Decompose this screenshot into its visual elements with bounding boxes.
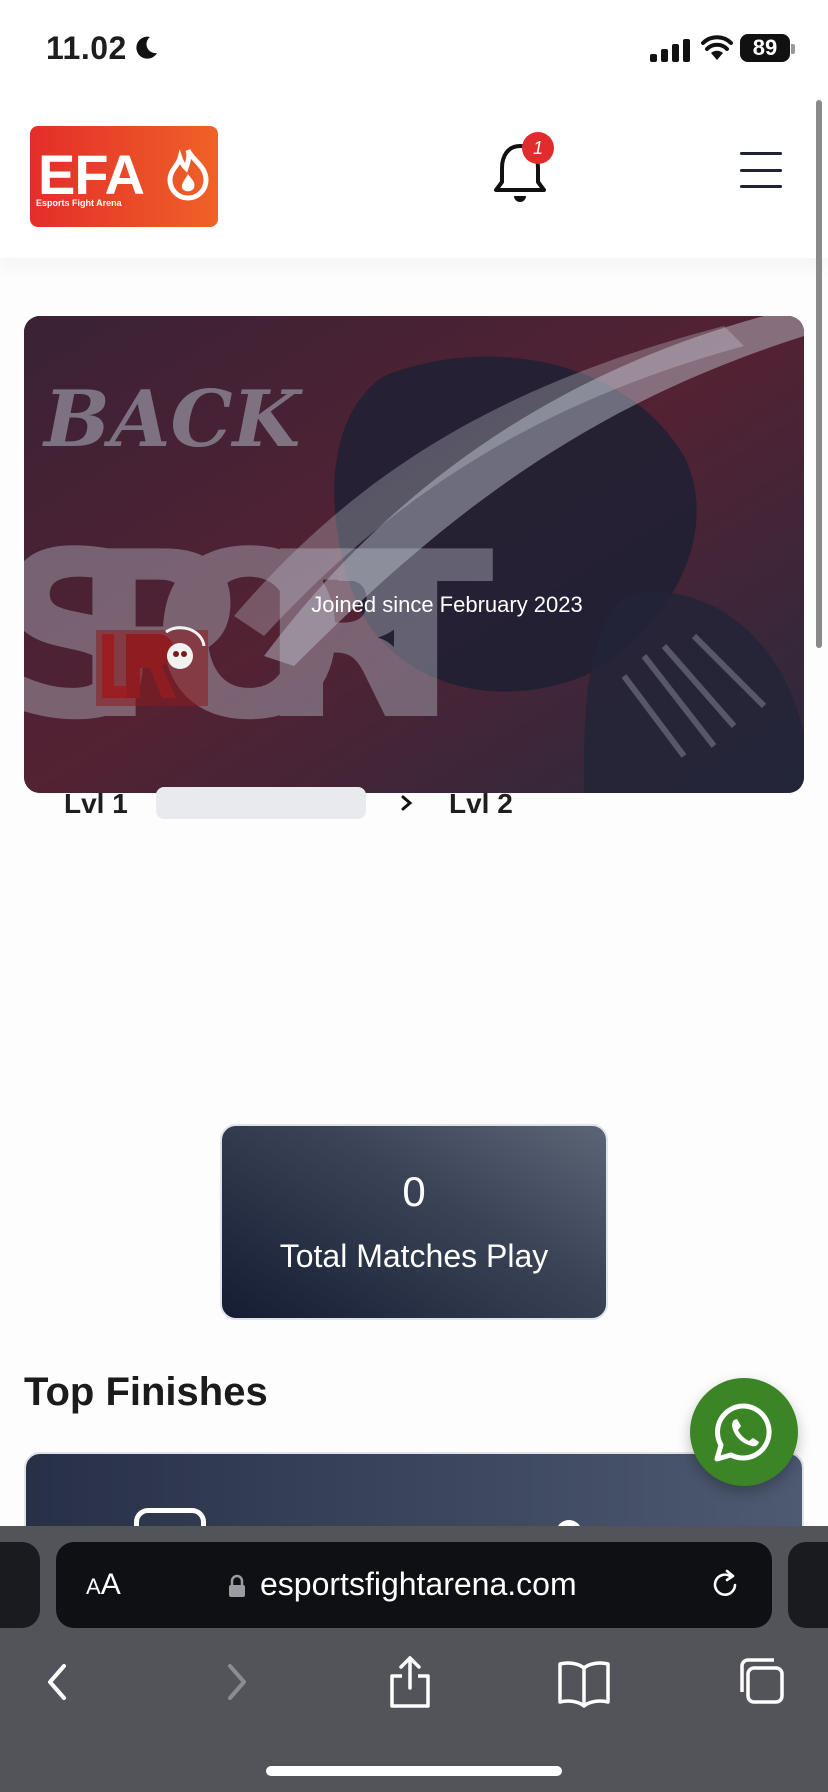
lock-icon <box>229 1574 245 1597</box>
svg-text:BACK: BACK <box>42 374 304 465</box>
status-bar: 11.02 89 <box>0 0 828 100</box>
back-icon[interactable] <box>30 1652 86 1712</box>
user-avatar[interactable] <box>96 626 208 706</box>
share-icon[interactable] <box>382 1652 438 1712</box>
banner-background-image: BACK SPORT <box>24 316 804 793</box>
total-matches-label: Total Matches Play <box>279 1238 549 1274</box>
joined-since-text: Joined since February 2023 <box>311 592 583 617</box>
level-progress-bar <box>156 787 366 819</box>
forward-icon[interactable] <box>208 1652 264 1712</box>
battery-indicator: 89 <box>740 34 790 62</box>
whatsapp-button[interactable] <box>690 1378 798 1486</box>
flame-icon <box>167 148 209 201</box>
next-tab-preview[interactable] <box>788 1542 828 1628</box>
browser-toolbar: AA esportsfightarena.com <box>0 1526 828 1792</box>
top-finishes-title: Top Finishes <box>24 1370 268 1414</box>
current-level-label: Lvl 1 <box>64 788 128 819</box>
next-level-label: Lvl 2 <box>449 788 513 819</box>
menu-icon[interactable] <box>740 152 782 188</box>
bookmarks-icon[interactable] <box>556 1652 612 1712</box>
cellular-signal-icon <box>650 38 690 62</box>
wifi-icon <box>701 35 733 60</box>
status-time: 11.02 <box>46 30 127 66</box>
browser-nav-row <box>0 1652 828 1722</box>
reload-icon[interactable] <box>708 1568 742 1602</box>
url-text[interactable]: esportsfightarena.com <box>260 1566 577 1603</box>
address-bar[interactable]: AA esportsfightarena.com <box>56 1542 772 1628</box>
home-indicator[interactable] <box>266 1766 562 1776</box>
text-size-button[interactable]: AA <box>86 1568 121 1602</box>
page-scrollbar[interactable] <box>816 100 822 648</box>
total-matches-value: 0 <box>402 1168 426 1215</box>
efa-logo[interactable]: EFA Esports Fight Arena <box>30 126 218 227</box>
battery-tip <box>791 44 795 54</box>
chevron-right-icon <box>401 795 413 811</box>
moon-icon <box>136 36 157 59</box>
whatsapp-icon <box>714 1403 772 1462</box>
previous-tab-preview[interactable] <box>0 1542 40 1628</box>
notification-badge: 1 <box>522 132 554 164</box>
logo-subtitle: Esports Fight Arena <box>36 198 122 208</box>
app-header: EFA Esports Fight Arena <box>0 100 828 258</box>
svg-text:SPORT: SPORT <box>24 504 494 771</box>
tabs-icon[interactable] <box>734 1652 790 1712</box>
profile-banner: BACK SPORT Joined since February 2023 <box>24 316 804 793</box>
total-matches-card: 0 Total Matches Play <box>220 1124 608 1320</box>
